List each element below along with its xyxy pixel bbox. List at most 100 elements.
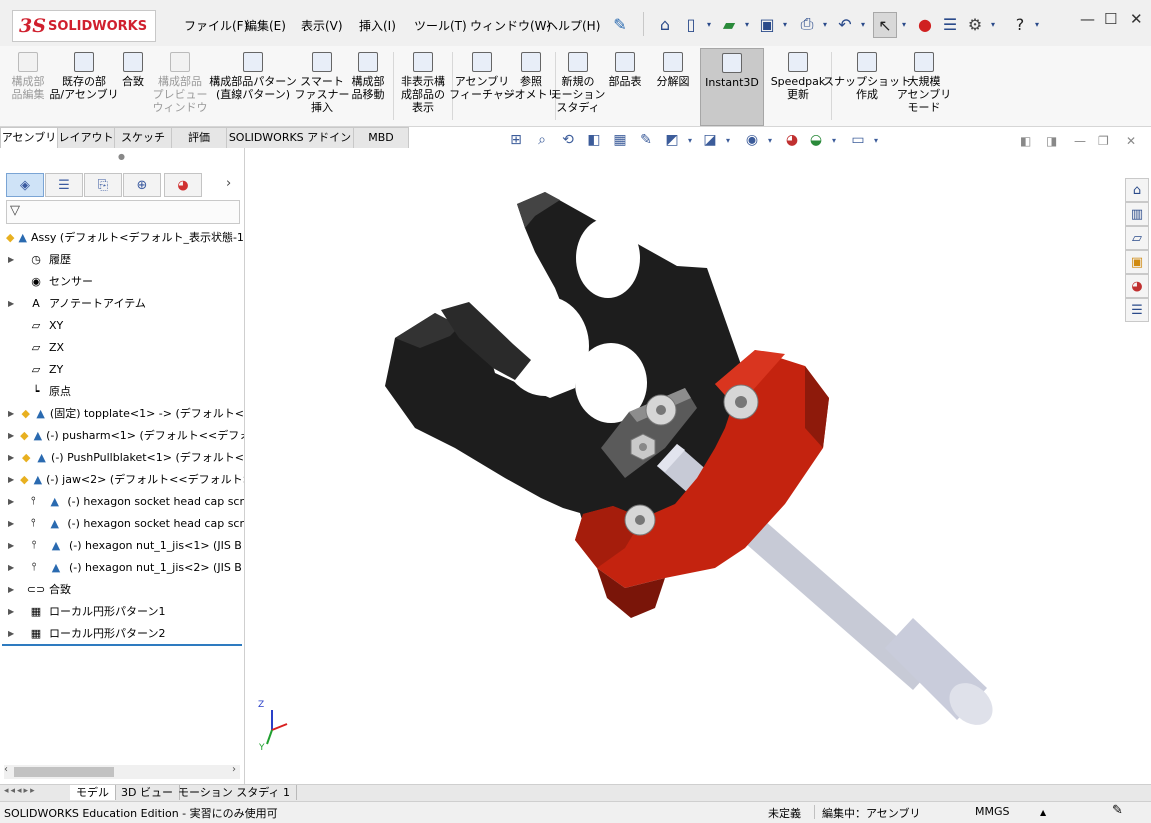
linear-pattern-button[interactable]: 構成部品パターン (直線パターン) bbox=[209, 48, 297, 124]
tab-scroll-arrows-icon[interactable]: ◂◂◂▸▸ bbox=[4, 786, 37, 796]
chevron-down-icon[interactable]: ▾ bbox=[719, 131, 737, 149]
reference-geometry-button[interactable]: 参照 ジオメトリ bbox=[504, 48, 559, 124]
property-manager-tab-icon[interactable]: ☰ bbox=[45, 173, 83, 197]
quick-tips-icon[interactable]: ✎ bbox=[1112, 803, 1123, 818]
expand-arrow-icon[interactable]: ▶ bbox=[8, 299, 20, 308]
hexagon-nuts[interactable] bbox=[630, 433, 656, 461]
chevron-down-icon[interactable]: ▾ bbox=[820, 12, 830, 36]
expand-arrow-icon[interactable]: ▶ bbox=[8, 475, 14, 484]
home-icon[interactable]: ⌂ bbox=[654, 12, 676, 36]
display-style-icon[interactable]: ◪ bbox=[701, 131, 719, 149]
restore-left-icon[interactable]: ◧ bbox=[1020, 134, 1031, 148]
scroll-left-icon[interactable]: ‹ bbox=[4, 764, 8, 775]
expand-arrow-icon[interactable]: ▶ bbox=[8, 453, 15, 462]
tree-item[interactable]: ▶ ▦ ローカル円形パターン1 bbox=[0, 600, 244, 622]
menu-insert[interactable]: 挿入(I) bbox=[359, 17, 396, 34]
expand-arrow-icon[interactable]: ▶ bbox=[8, 563, 20, 572]
assembly-feature-button[interactable]: アセンブリ フィーチャー bbox=[449, 48, 515, 124]
tree-item[interactable]: ◉ センサー bbox=[0, 270, 244, 292]
expand-arrow-icon[interactable]: ▶ bbox=[8, 255, 20, 264]
chevron-down-icon[interactable]: ▾ bbox=[867, 131, 885, 149]
expand-arrow-icon[interactable]: ▶ bbox=[8, 607, 20, 616]
edit-component-button[interactable]: 構成部 品編集 bbox=[4, 48, 52, 124]
appearances-icon[interactable]: ◕ bbox=[1125, 274, 1149, 298]
expand-arrow-icon[interactable]: ▶ bbox=[8, 409, 15, 418]
menu-window[interactable]: ウィンドウ(W) bbox=[470, 17, 551, 34]
tree-item[interactable]: ▶ ▦ ローカル円形パターン2 bbox=[0, 622, 244, 644]
chevron-down-icon[interactable]: ▾ bbox=[858, 12, 868, 36]
tab-layout[interactable]: レイアウト bbox=[57, 127, 115, 148]
design-library-icon[interactable]: ▥ bbox=[1125, 202, 1149, 226]
graphics-viewport[interactable]: Z Y bbox=[245, 148, 1125, 784]
motion-study-button[interactable]: 新規の モーション スタディ bbox=[551, 48, 605, 124]
chevron-down-icon[interactable]: ▾ bbox=[681, 131, 699, 149]
save-icon[interactable]: ▣ bbox=[756, 12, 778, 36]
tab-evaluate[interactable]: 評価 bbox=[171, 127, 227, 148]
display-manager-tab-icon[interactable]: ◕ bbox=[164, 173, 202, 197]
panel-grip-icon[interactable]: ● bbox=[118, 152, 125, 161]
large-assembly-button[interactable]: 大規模 アセンブリ モード bbox=[897, 48, 951, 124]
chevron-down-icon[interactable]: ▾ bbox=[742, 12, 752, 36]
units-arrow-icon[interactable]: ▲ bbox=[1040, 808, 1046, 817]
smart-fastener-button[interactable]: スマート ファスナー 挿入 bbox=[295, 48, 350, 124]
view-orientation-icon[interactable]: ✎ bbox=[637, 131, 655, 149]
gear-icon[interactable]: ⚙ bbox=[965, 12, 985, 36]
tree-item[interactable]: ▶ A アノテートアイテム bbox=[0, 292, 244, 314]
zoom-to-fit-icon[interactable]: ⊞ bbox=[507, 131, 525, 149]
tree-item[interactable]: ▱ XY bbox=[0, 314, 244, 336]
tree-item[interactable]: ▶ ⊂⊃ 合致 bbox=[0, 578, 244, 600]
edit-appearance-icon[interactable]: ◕ bbox=[783, 131, 801, 149]
chevron-down-icon[interactable]: ▾ bbox=[704, 12, 714, 36]
tree-root-assy[interactable]: ◆ ▲ Assy (デフォルト<デフォルト_表示状態-1>) bbox=[0, 226, 244, 248]
mate-button[interactable]: 合致 bbox=[116, 48, 150, 124]
menu-help[interactable]: ヘルプ(H) bbox=[546, 17, 600, 34]
tree-item[interactable]: ▱ ZX bbox=[0, 336, 244, 358]
tree-item[interactable]: ▶ ⫯ ▲ (-) hexagon socket head cap scr bbox=[0, 512, 244, 534]
tree-item[interactable]: ▶ ◷ 履歴 bbox=[0, 248, 244, 270]
minimize-icon[interactable]: — bbox=[1080, 10, 1095, 28]
file-explorer-icon[interactable]: ▱ bbox=[1125, 226, 1149, 250]
tree-item[interactable]: ▶ ◆ ▲ (-) PushPullblaket<1> (デフォルト< bbox=[0, 446, 244, 468]
bom-button[interactable]: 部品表 bbox=[603, 48, 647, 124]
maximize-icon[interactable]: ☐ bbox=[1104, 10, 1117, 28]
doc-minimize-icon[interactable]: — bbox=[1074, 134, 1086, 148]
restore-right-icon[interactable]: ◨ bbox=[1046, 134, 1057, 148]
solidworks-logo[interactable]: 3S SOLIDWORKS bbox=[12, 10, 156, 42]
chevron-down-icon[interactable]: ▾ bbox=[988, 12, 998, 36]
print-icon[interactable]: ⎙ bbox=[796, 12, 818, 36]
feature-manager-tab-icon[interactable]: ◈ bbox=[6, 173, 44, 197]
instant3d-button[interactable]: Instant3D bbox=[700, 48, 764, 126]
tab-addins[interactable]: SOLIDWORKS アドイン bbox=[226, 127, 354, 148]
menu-tools[interactable]: ツール(T) bbox=[414, 17, 467, 34]
expand-arrow-icon[interactable]: ▶ bbox=[8, 497, 20, 506]
standard-views-icon[interactable]: ◩ bbox=[663, 131, 681, 149]
doc-close-icon[interactable]: ✕ bbox=[1126, 134, 1136, 148]
view-palette-icon[interactable]: ▣ bbox=[1125, 250, 1149, 274]
configuration-manager-tab-icon[interactable]: ⎘ bbox=[84, 173, 122, 197]
status-units[interactable]: MMGS bbox=[975, 805, 1010, 818]
tab-sketch[interactable]: スケッチ bbox=[114, 127, 172, 148]
rebuild-traffic-light-icon[interactable]: ● bbox=[915, 12, 935, 36]
close-icon[interactable]: ✕ bbox=[1130, 10, 1143, 28]
chevron-down-icon[interactable]: ▾ bbox=[780, 12, 790, 36]
solidworks-resources-icon[interactable]: ⌂ bbox=[1125, 178, 1149, 202]
exploded-view-button[interactable]: 分解図 bbox=[651, 48, 695, 124]
expand-arrow-icon[interactable]: ▶ bbox=[8, 431, 14, 440]
scrollbar-thumb[interactable] bbox=[14, 767, 114, 777]
menu-file[interactable]: ファイル(F) bbox=[184, 17, 248, 34]
dynamic-annotation-icon[interactable]: ▦ bbox=[611, 131, 629, 149]
tree-item[interactable]: ▶ ⫯ ▲ (-) hexagon socket head cap scr bbox=[0, 490, 244, 512]
apply-scene-icon[interactable]: ◒ bbox=[807, 131, 825, 149]
previous-view-icon[interactable]: ⟲ bbox=[559, 131, 577, 149]
tree-filter[interactable]: ▽ bbox=[6, 200, 240, 224]
view-settings-icon[interactable]: ▭ bbox=[849, 131, 867, 149]
scroll-right-icon[interactable]: › bbox=[232, 764, 236, 775]
menu-view[interactable]: 表示(V) bbox=[301, 17, 343, 34]
insert-component-button[interactable]: 既存の部 品/アセンブリ bbox=[49, 48, 119, 124]
hide-show-items-icon[interactable]: ◉ bbox=[743, 131, 761, 149]
tree-item[interactable]: ▶ ⫯ ▲ (-) hexagon nut_1_jis<2> (JIS B bbox=[0, 556, 244, 578]
expand-arrow-icon[interactable]: ▶ bbox=[8, 629, 20, 638]
component-preview-button[interactable]: 構成部品 プレビュー ウィンドウ bbox=[152, 48, 208, 124]
new-document-icon[interactable]: ▯ bbox=[680, 12, 702, 36]
move-component-button[interactable]: 構成部 品移動 bbox=[346, 48, 390, 124]
